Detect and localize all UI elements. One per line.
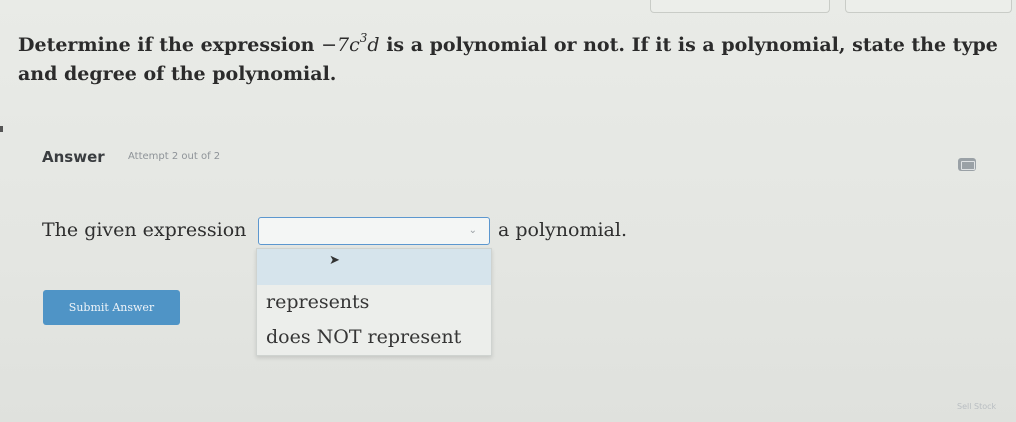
math-sign: − [321, 34, 338, 56]
attempt-counter: Attempt 2 out of 2 [128, 151, 221, 162]
math-expression: −7c3d [321, 31, 380, 56]
top-tab-right[interactable] [845, 0, 1012, 13]
dropdown-option-does-not-represent[interactable]: does NOT represent [257, 320, 491, 355]
dropdown-option-blank[interactable]: ➤ [257, 249, 491, 285]
answer-label: Answer [42, 148, 105, 166]
mouse-cursor-icon: ➤ [329, 253, 340, 268]
dropdown-option-represents[interactable]: represents [257, 285, 491, 320]
chevron-down-icon[interactable]: ⌄ [469, 225, 477, 236]
left-edge-mark [0, 126, 3, 132]
keyboard-icon[interactable] [958, 158, 976, 171]
question-text: Determine if the expression −7c3d is a p… [18, 24, 1008, 89]
sentence-before: The given expression [42, 219, 247, 241]
sentence-after: a polynomial. [498, 219, 627, 241]
corner-faint-text: Sell Stock [957, 402, 997, 411]
math-coefficient: 7 [337, 34, 350, 56]
polynomial-select[interactable]: ⌄ [258, 217, 490, 245]
math-var-c: c [349, 34, 360, 56]
select-dropdown-menu: ➤ represents does NOT represent [256, 248, 492, 356]
top-tab-left[interactable] [650, 0, 830, 13]
question-text-before: Determine if the expression [18, 34, 322, 56]
submit-answer-button[interactable]: Submit Answer [43, 290, 180, 325]
math-var-d: d [367, 34, 380, 56]
